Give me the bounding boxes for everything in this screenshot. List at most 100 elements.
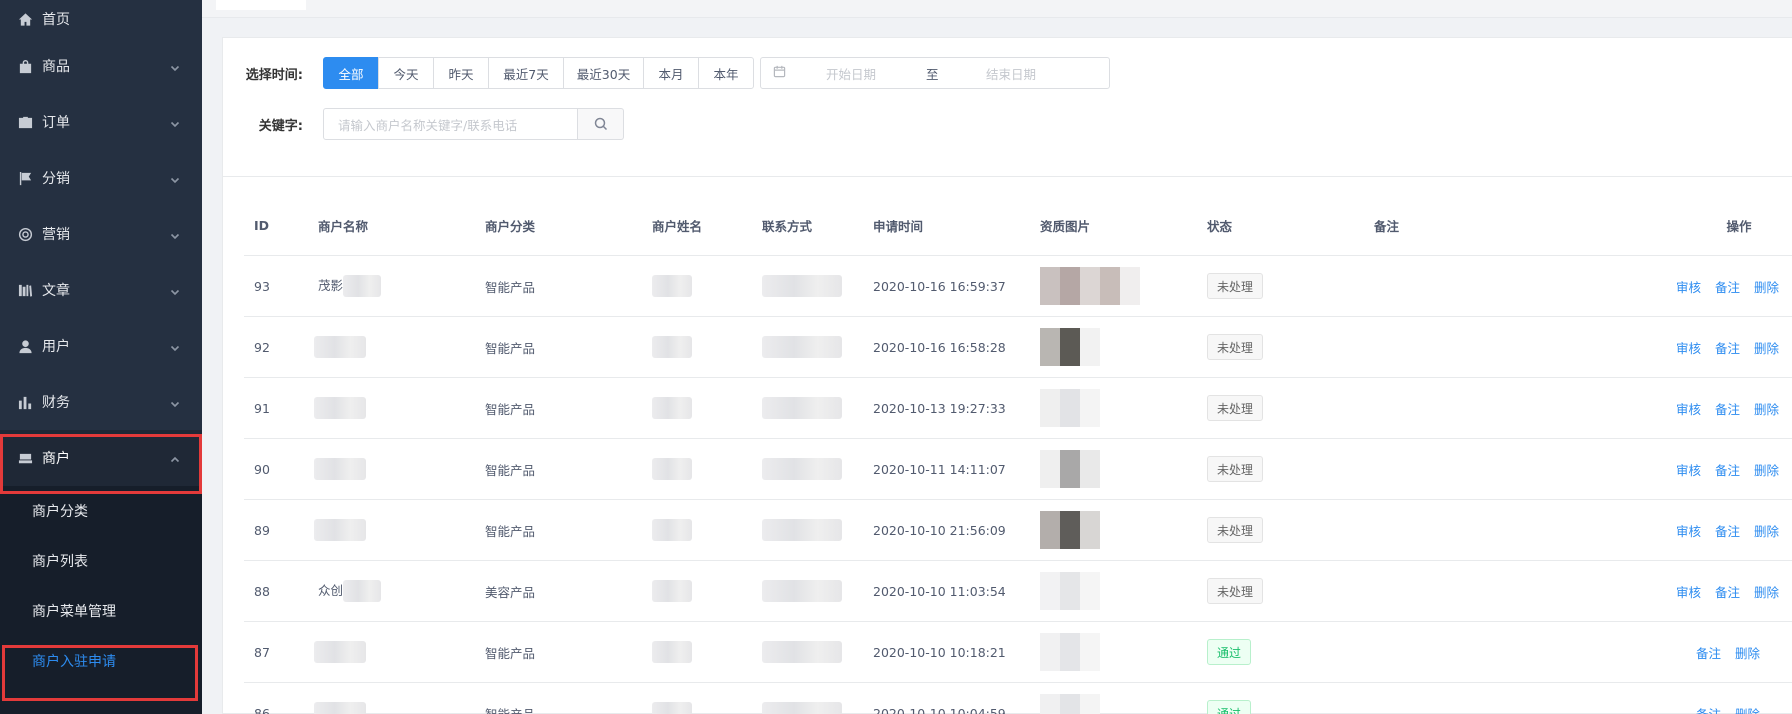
time-option-7days[interactable]: 最近7天 [488,57,564,89]
sidebar-item-users[interactable]: 用户 [0,318,202,374]
time-option-30days[interactable]: 最近30天 [563,57,644,89]
delete-button[interactable]: 删除 [1735,704,1760,714]
qualification-image-thumb[interactable] [1040,633,1100,671]
cell-real-name [652,397,762,419]
cell-actions: 审核 备注 删除 [1654,582,1792,601]
sidebar-subitem-merchant-category[interactable]: 商户分类 [0,486,202,536]
qualification-image-thumb[interactable] [1040,694,1100,714]
sidebar-item-finance[interactable]: 财务 [0,374,202,430]
cell-id: 88 [254,583,270,599]
remark-button[interactable]: 备注 [1715,277,1740,296]
cell-category: 智能产品 [485,279,536,295]
cell-status: 未处理 [1207,273,1374,299]
chevron-down-icon [170,117,180,128]
table-header: ID 商户名称 商户分类 商户姓名 联系方式 申请时间 资质图片 状态 备注 操… [244,196,1792,256]
sidebar-item-label: 商品 [42,59,70,75]
time-option-year[interactable]: 本年 [698,57,754,89]
delete-button[interactable]: 删除 [1754,338,1779,357]
sidebar-item-goods[interactable]: 商品 [0,38,202,94]
target-icon [17,226,33,242]
review-button[interactable]: 审核 [1676,460,1701,479]
chevron-down-icon [170,285,180,296]
review-button[interactable]: 审核 [1676,399,1701,418]
redacted-block [652,275,692,297]
column-header-id: ID [254,218,270,233]
qualification-image-thumb[interactable] [1040,267,1140,305]
sidebar-item-label: 财务 [42,395,70,411]
status-badge: 未处理 [1207,517,1264,543]
chevron-down-icon [170,341,180,352]
cell-qualification-images [1040,389,1207,427]
qualification-image-thumb[interactable] [1040,389,1100,427]
sidebar-item-orders[interactable]: 订单 [0,94,202,150]
delete-button[interactable]: 删除 [1754,521,1779,540]
date-range-picker[interactable]: 开始日期 至 结束日期 [760,57,1110,89]
cell-merchant-name [314,458,485,480]
date-start-input[interactable]: 开始日期 [826,64,926,83]
cell-merchant-name [314,702,485,714]
flag-icon [17,170,33,186]
remark-button[interactable]: 备注 [1715,399,1740,418]
delete-button[interactable]: 删除 [1735,643,1760,662]
redacted-block [652,336,692,358]
remark-button[interactable]: 备注 [1715,460,1740,479]
qualification-image-thumb[interactable] [1040,572,1100,610]
remark-button[interactable]: 备注 [1696,704,1721,714]
cell-id: 87 [254,644,270,660]
cell-status: 通过 [1207,700,1374,714]
cell-status: 未处理 [1207,334,1374,360]
column-header-real-name: 商户姓名 [652,219,703,234]
cell-category: 智能产品 [485,645,536,661]
redacted-block [652,458,692,480]
sidebar-subitem-merchant-list[interactable]: 商户列表 [0,536,202,586]
redacted-block [762,580,842,602]
page-tab[interactable] [216,0,306,10]
cell-merchant-name: 众创 [318,580,485,603]
sidebar-item-marketing[interactable]: 营销 [0,206,202,262]
delete-button[interactable]: 删除 [1754,277,1779,296]
keyword-filter-row: 关键字: 请输入商户名称关键字/联系电话 [223,108,624,140]
keyword-input[interactable]: 请输入商户名称关键字/联系电话 [323,108,578,140]
cell-status: 未处理 [1207,578,1374,604]
date-end-input[interactable]: 结束日期 [986,64,1036,83]
redacted-block [314,702,366,714]
cell-id: 91 [254,400,270,416]
delete-button[interactable]: 删除 [1754,460,1779,479]
sidebar-item-merchant[interactable]: 商户 [0,430,202,486]
sidebar-item-distribution[interactable]: 分销 [0,150,202,206]
sidebar-item-label: 订单 [42,115,70,131]
remark-button[interactable]: 备注 [1715,338,1740,357]
remark-button[interactable]: 备注 [1715,582,1740,601]
qualification-image-thumb[interactable] [1040,450,1100,488]
time-option-yesterday[interactable]: 昨天 [433,57,489,89]
review-button[interactable]: 审核 [1676,582,1701,601]
review-button[interactable]: 审核 [1676,277,1701,296]
column-header-contact: 联系方式 [762,219,813,234]
cell-category: 智能产品 [485,340,536,356]
redacted-block [762,702,842,714]
cell-contact [762,275,873,297]
delete-button[interactable]: 删除 [1754,399,1779,418]
cell-actions: 审核 备注 删除 [1654,277,1792,296]
review-button[interactable]: 审核 [1676,521,1701,540]
sidebar-subitem-partial [0,686,202,714]
time-option-all[interactable]: 全部 [323,57,379,89]
qualification-image-thumb[interactable] [1040,511,1100,549]
sidebar-subitem-merchant-menu[interactable]: 商户菜单管理 [0,586,202,636]
review-button[interactable]: 审核 [1676,338,1701,357]
sidebar-item-home[interactable]: 首页 [0,0,202,38]
remark-button[interactable]: 备注 [1715,521,1740,540]
qualification-image-thumb[interactable] [1040,328,1100,366]
cell-id: 92 [254,339,270,355]
status-badge: 通过 [1207,700,1252,714]
cell-real-name [652,702,762,714]
sidebar-item-articles[interactable]: 文章 [0,262,202,318]
sidebar-subitem-merchant-application[interactable]: 商户入驻申请 [0,636,202,686]
time-option-today[interactable]: 今天 [378,57,434,89]
remark-button[interactable]: 备注 [1696,643,1721,662]
delete-button[interactable]: 删除 [1754,582,1779,601]
search-button[interactable] [578,108,624,140]
time-option-month[interactable]: 本月 [643,57,699,89]
cell-contact [762,458,873,480]
chevron-down-icon [170,61,180,72]
